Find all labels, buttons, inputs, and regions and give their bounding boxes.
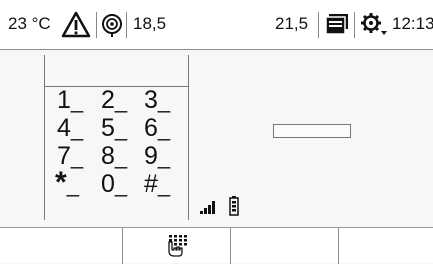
- key-6[interactable]: 6_: [144, 114, 170, 143]
- bottom-button-1[interactable]: [0, 228, 122, 264]
- key-3[interactable]: 3_: [144, 86, 170, 115]
- status-separator: [96, 12, 97, 38]
- right-value-readout: 21,5: [275, 14, 309, 33]
- status-separator: [126, 12, 127, 38]
- text-input-field[interactable]: [273, 124, 351, 138]
- clock: 12:13: [392, 14, 433, 33]
- status-separator: [354, 12, 355, 38]
- key-hash[interactable]: #_: [144, 170, 170, 199]
- keypad-hand-icon: [168, 235, 187, 257]
- left-value-readout: 18,5: [133, 14, 167, 33]
- gps-target-icon: [102, 14, 122, 37]
- key-star[interactable]: *_: [55, 167, 79, 201]
- keypad-row: *_ 0_ #_: [45, 167, 188, 201]
- battery-icon: [229, 196, 239, 216]
- keypad-row: 4_ 5_ 6_: [45, 114, 188, 142]
- key-5[interactable]: 5_: [101, 114, 127, 143]
- temperature-readout: 23 °C: [8, 14, 51, 33]
- key-0[interactable]: 0_: [101, 170, 127, 199]
- key-8[interactable]: 8_: [101, 142, 127, 171]
- key-1[interactable]: 1_: [57, 86, 83, 115]
- bottom-button-4[interactable]: [339, 228, 433, 264]
- settings-gear-icon[interactable]: [360, 12, 390, 38]
- keypad-button[interactable]: [123, 228, 230, 264]
- dial-number-display: [45, 55, 188, 87]
- signal-strength-icon: [200, 201, 215, 214]
- key-2[interactable]: 2_: [101, 86, 127, 115]
- key-4[interactable]: 4_: [57, 114, 83, 143]
- keypad-row: 1_ 2_ 3_: [45, 86, 188, 114]
- status-bar: 23 °C 18,5 21,5 12:13: [0, 0, 433, 50]
- bottom-bar: [0, 227, 433, 264]
- message-list-icon[interactable]: [325, 13, 349, 35]
- keypad: 1_ 2_ 3_ 4_ 5_ 6_ 7_ 8_ 9_ *_ 0_ #_: [45, 86, 188, 201]
- warning-triangle-icon: [61, 11, 91, 38]
- bottom-button-3[interactable]: [231, 228, 338, 264]
- dial-panel: 1_ 2_ 3_ 4_ 5_ 6_ 7_ 8_ 9_ *_ 0_ #_: [44, 55, 189, 220]
- status-separator: [318, 12, 319, 38]
- key-9[interactable]: 9_: [144, 142, 170, 171]
